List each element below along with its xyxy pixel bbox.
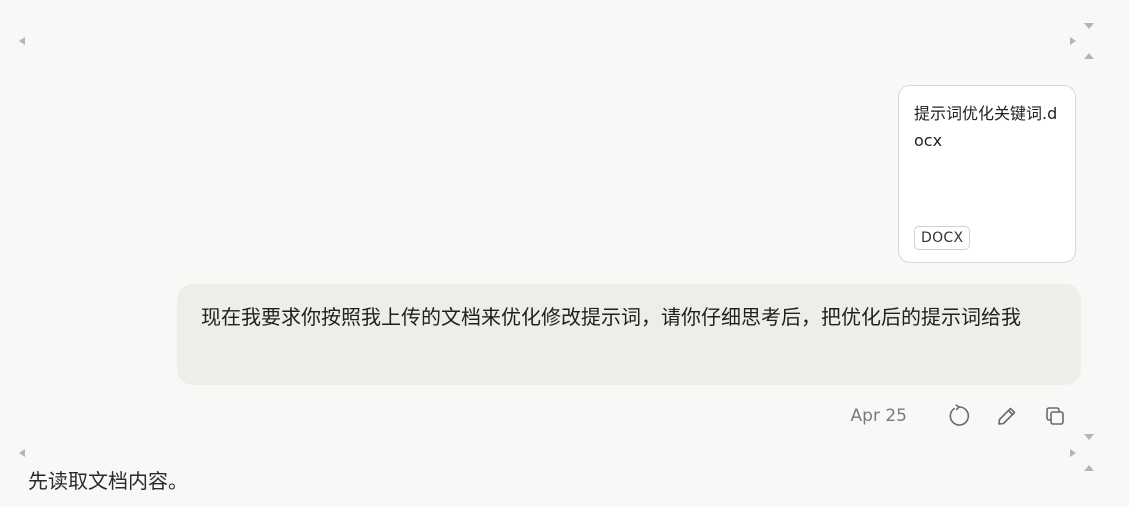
assistant-message-text: 先读取文档内容。	[28, 469, 188, 493]
right-arrow-marker	[1070, 37, 1076, 45]
down-arrow-marker	[1084, 434, 1094, 440]
up-arrow-marker	[1084, 465, 1094, 471]
left-arrow-marker	[19, 37, 25, 45]
edit-icon	[998, 407, 1016, 425]
file-type-badge: DOCX	[914, 226, 971, 250]
message-date: Apr 25	[850, 406, 907, 426]
retry-button[interactable]	[943, 400, 975, 432]
attachment-card[interactable]: 提示词优化关键词.docx DOCX	[898, 85, 1076, 263]
copy-button[interactable]	[1039, 400, 1071, 432]
copy-icon	[1046, 407, 1064, 425]
user-message-text: 现在我要求你按照我上传的文档来优化修改提示词，请你仔细思考后，把优化后的提示词给…	[201, 305, 1021, 329]
retry-icon	[949, 404, 970, 426]
user-message-bubble: 现在我要求你按照我上传的文档来优化修改提示词，请你仔细思考后，把优化后的提示词给…	[177, 284, 1081, 385]
right-arrow-marker	[1070, 449, 1076, 457]
down-arrow-marker	[1084, 23, 1094, 29]
attachment-file-name: 提示词优化关键词.docx	[914, 104, 1058, 150]
up-arrow-marker	[1084, 53, 1094, 59]
edit-button[interactable]	[991, 400, 1023, 432]
message-actions-row: Apr 25	[851, 400, 1071, 432]
left-arrow-marker	[19, 449, 25, 457]
